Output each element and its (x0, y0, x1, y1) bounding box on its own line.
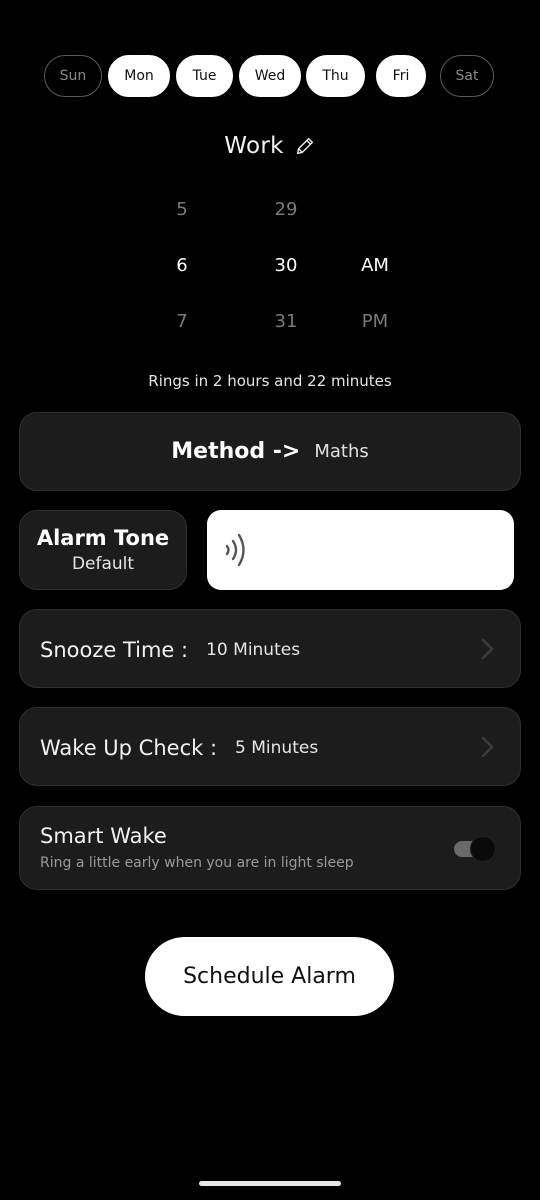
smart-wake-subtitle: Ring a little early when you are in ligh… (40, 855, 354, 871)
alarm-label-row: Work (0, 128, 540, 164)
wake-up-check-row[interactable]: Wake Up Check : 5 Minutes (19, 707, 521, 786)
smart-wake-toggle[interactable] (454, 836, 496, 862)
home-indicator[interactable] (199, 1181, 341, 1186)
snooze-time-row[interactable]: Snooze Time : 10 Minutes (19, 609, 521, 688)
alarm-tone-card[interactable]: Alarm Tone Default (19, 510, 187, 590)
hour-current[interactable]: 6 (152, 255, 212, 276)
day-chip-fri[interactable]: Fri (376, 55, 426, 97)
day-chip-wed[interactable]: Wed (239, 55, 301, 97)
day-selector: Sun Mon Tue Wed Thu Fri Sat (44, 55, 494, 97)
toggle-knob (470, 836, 496, 862)
snooze-time-label: Snooze Time : (40, 637, 189, 662)
period-next[interactable]: PM (345, 311, 405, 332)
rings-in-text: Rings in 2 hours and 22 minutes (148, 372, 392, 390)
period-current[interactable]: AM (345, 255, 405, 276)
minute-prev[interactable]: 29 (256, 199, 316, 220)
alarm-label[interactable]: Work (224, 133, 283, 159)
day-chip-sun[interactable]: Sun (44, 55, 102, 97)
day-chip-sat[interactable]: Sat (440, 55, 494, 97)
day-chip-tue[interactable]: Tue (176, 55, 233, 97)
snooze-time-value: 10 Minutes (206, 639, 301, 660)
alarm-tone-value: Default (71, 554, 135, 574)
wake-up-check-value: 5 Minutes (235, 737, 319, 758)
pencil-icon[interactable] (294, 135, 316, 157)
method-value: Maths (314, 441, 369, 462)
wake-up-check-label-group: Wake Up Check : 5 Minutes (40, 708, 318, 787)
wake-up-check-label: Wake Up Check : (40, 735, 218, 760)
sound-wave-icon (225, 533, 245, 567)
day-chip-mon[interactable]: Mon (108, 55, 170, 97)
tone-preview-button[interactable] (207, 510, 514, 590)
day-chip-thu[interactable]: Thu (306, 55, 365, 97)
hour-prev[interactable]: 5 (152, 199, 212, 220)
method-card[interactable]: Method -> Maths (19, 412, 521, 491)
chevron-right-icon (481, 736, 494, 758)
minute-current[interactable]: 30 (256, 255, 316, 276)
alarm-editor-screen: Sun Mon Tue Wed Thu Fri Sat Work 5 6 7 2… (0, 0, 540, 1200)
minute-next[interactable]: 31 (256, 311, 316, 332)
chevron-right-icon (481, 638, 494, 660)
hour-next[interactable]: 7 (152, 311, 212, 332)
smart-wake-title: Smart Wake (40, 824, 167, 848)
snooze-time-label-group: Snooze Time : 10 Minutes (40, 610, 300, 689)
method-title: Method -> (171, 439, 301, 464)
smart-wake-card: Smart Wake Ring a little early when you … (19, 806, 521, 890)
schedule-alarm-button[interactable]: Schedule Alarm (145, 937, 394, 1016)
alarm-tone-title: Alarm Tone (36, 526, 170, 550)
